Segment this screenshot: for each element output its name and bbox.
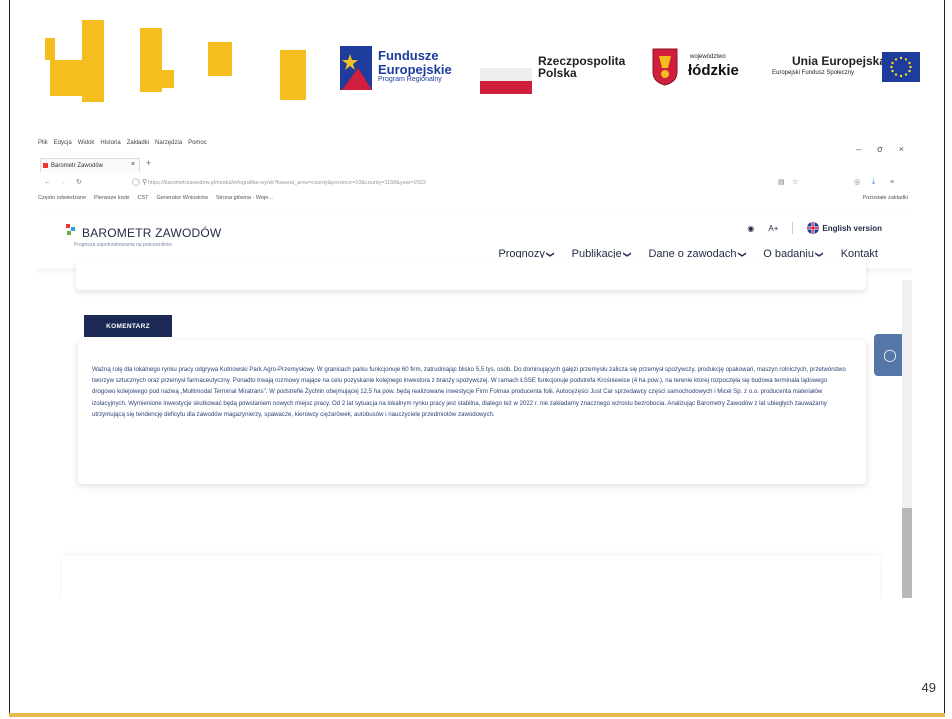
other-bookmarks[interactable]: Pozostałe zakładki <box>862 195 908 201</box>
barometr-logo-icon <box>66 224 75 235</box>
minimize-button[interactable]: – <box>856 144 861 154</box>
eu-logo-bar: Fundusze Europejskie Program Regionalny … <box>40 10 920 120</box>
menu-file[interactable]: Plik <box>38 140 48 152</box>
close-window-button[interactable]: × <box>899 144 904 154</box>
bookmark-item[interactable]: Strona główna - Woje... <box>216 195 273 201</box>
polish-flag <box>480 68 532 94</box>
font-size-button[interactable]: A+ <box>768 224 778 233</box>
menu-help[interactable]: Pomoc <box>188 140 207 152</box>
previous-card <box>76 258 866 290</box>
english-version-label: English version <box>822 223 882 233</box>
bookmark-item[interactable]: CST <box>137 195 148 201</box>
menu-history[interactable]: Historia <box>100 140 120 152</box>
shield-icon: ◯ <box>132 179 140 186</box>
bookmarks-bar: Często odwiedzane Pierwsze kroki CST Gen… <box>38 195 273 201</box>
lock-icon: ⚲ <box>142 179 148 186</box>
page-number: 49 <box>921 680 936 695</box>
chevron-down-icon: ❯ <box>545 251 555 258</box>
rp-title-2: Polska <box>538 66 577 80</box>
pocket-icon[interactable]: ◎ <box>854 178 860 186</box>
komentarz-text: Ważną rolę dla lokalnego rynku pracy odg… <box>92 366 846 418</box>
chevron-down-icon: ❯ <box>622 251 632 258</box>
next-card <box>62 556 880 598</box>
fe-yellow-shape-4 <box>208 42 232 76</box>
tab-favicon-icon <box>43 163 48 168</box>
slide-bottom-line <box>9 713 945 717</box>
divider <box>792 222 794 234</box>
download-icon[interactable]: ⤓ <box>872 178 875 186</box>
mouse-icon: ◯ <box>883 348 897 362</box>
tab-title: Barometr Zawodów <box>51 162 104 169</box>
fe-title-2: Europejskie <box>378 62 452 77</box>
menu-bookmarks[interactable]: Zakładki <box>127 140 149 152</box>
maximize-button[interactable]: σ <box>877 144 883 154</box>
browser-tab[interactable]: Barometr Zawodów × <box>40 158 140 172</box>
back-icon[interactable]: ← <box>44 179 51 186</box>
fe-yellow-shape-5 <box>280 50 306 100</box>
fe-yellow-shape-7 <box>158 70 174 88</box>
bookmark-item[interactable]: Często odwiedzane <box>38 195 86 201</box>
ue-title: Unia Europejska <box>792 54 887 68</box>
scrollbar-thumb[interactable] <box>902 508 912 598</box>
menu-view[interactable]: Widok <box>78 140 95 152</box>
window-controls: – σ × <box>856 144 904 154</box>
brand-subtitle: Prognoza zapotrzebowania na pracowników <box>74 242 172 248</box>
forward-icon[interactable]: → <box>59 179 66 186</box>
fe-title-1: Fundusze <box>378 48 439 63</box>
ue-subtitle: Europejski Fundusz Społeczny <box>772 70 855 76</box>
bookmark-item[interactable]: Generator Wniosków <box>156 195 207 201</box>
chevron-down-icon: ❯ <box>737 251 747 258</box>
fe-yellow-shape-1 <box>45 38 55 60</box>
fe-star-logo-icon <box>340 46 372 90</box>
uk-flag-icon <box>807 222 820 234</box>
star-icon[interactable]: ☆ <box>792 178 798 186</box>
lodzkie-coat-of-arms-icon <box>652 48 678 86</box>
new-tab-button[interactable]: + <box>146 158 151 168</box>
brand-name[interactable]: BAROMETR ZAWODÓW <box>82 226 221 240</box>
utility-bar: ◉ A+ English version <box>747 222 882 234</box>
menu-icon[interactable]: ≡ <box>890 179 894 186</box>
fe-yellow-shape-6 <box>50 60 94 96</box>
bookmark-item[interactable]: Pierwsze kroki <box>94 195 129 201</box>
chevron-down-icon: ❯ <box>814 251 824 258</box>
komentarz-tab[interactable]: KOMENTARZ <box>84 315 172 337</box>
fe-subtitle: Program Regionalny <box>378 76 442 83</box>
lodzkie-big: łódzkie <box>688 62 739 79</box>
reload-icon[interactable]: ↻ <box>76 178 82 186</box>
eu-flag-icon <box>882 52 920 82</box>
komentarz-card: Ważną rolę dla lokalnego rynku pracy odg… <box>78 340 866 484</box>
lodzkie-small: województwo <box>690 54 726 60</box>
browser-menubar: Plik Edycja Widok Historia Zakładki Narz… <box>38 140 207 152</box>
eye-icon[interactable]: ◉ <box>747 224 754 233</box>
url-bar[interactable]: https://barometrzawodow.pl/modul/infogra… <box>148 177 768 188</box>
browser-window: Plik Edycja Widok Historia Zakładki Narz… <box>36 138 912 598</box>
english-version-link[interactable]: English version <box>807 222 882 234</box>
menu-tools[interactable]: Narzędzia <box>155 140 182 152</box>
tab-close-icon[interactable]: × <box>131 161 135 168</box>
reader-icon[interactable]: ▤ <box>778 178 785 186</box>
url-text: https://barometrzawodow.pl/modul/infogra… <box>148 179 427 186</box>
menu-edit[interactable]: Edycja <box>54 140 72 152</box>
